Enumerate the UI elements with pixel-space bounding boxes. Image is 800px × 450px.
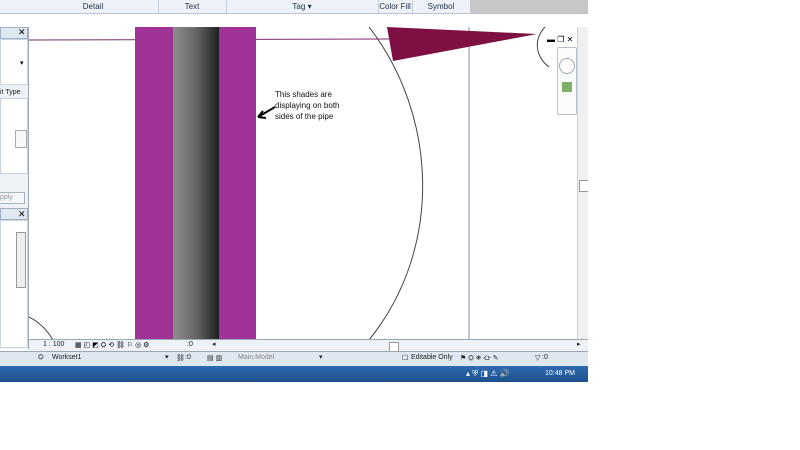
clock[interactable]: 10:48 PM <box>545 370 575 377</box>
room-arc-left <box>29 316 54 340</box>
editable-only-label: Editable Only <box>411 354 453 361</box>
apply-button[interactable]: pply <box>0 192 25 204</box>
properties-panel: ✕ ▾ it Type pply ✕ <box>0 27 29 349</box>
model-selector[interactable]: Main Model <box>238 354 274 361</box>
room-arc <box>368 27 424 340</box>
scroll-left-icon[interactable]: ◂ <box>212 340 216 348</box>
view-control-icons[interactable]: ▦ ◰ ◩ ⛭ ⟲ ⛓ ⚐ ◎ ⚙ <box>75 341 149 350</box>
ribbon-empty-area <box>470 0 588 13</box>
editable-only-checkbox[interactable]: ☐ <box>402 354 408 362</box>
corner-arc <box>536 27 550 68</box>
restore-icon[interactable]: ❐ <box>557 35 564 44</box>
minimize-icon[interactable]: ▬ <box>547 35 555 44</box>
ribbon-tab-symbol[interactable]: Symbol <box>412 0 471 13</box>
annotation-line-1: This shades are <box>275 90 332 99</box>
project-browser-scroll[interactable] <box>16 232 26 288</box>
windows-taskbar: ▴ ⛨ ◨ ⚠ 🔊 10:48 PM <box>0 366 588 382</box>
chevron-down-icon: ▾ <box>319 354 323 361</box>
ribbon-tab-text[interactable]: Text <box>158 0 227 13</box>
pipe-shade-right <box>219 27 256 340</box>
close-icon[interactable]: ✕ <box>567 35 574 44</box>
type-selector[interactable]: ▾ <box>0 39 28 85</box>
project-browser-title-bar: ✕ <box>0 208 28 220</box>
selection-icons[interactable]: ⚑ ⛭ ⛯ ⛮ ✎ <box>460 354 498 363</box>
chevron-down-icon: ▾ <box>165 354 169 361</box>
edit-type-label[interactable]: it Type <box>0 89 28 96</box>
view-count: :0 <box>187 341 193 348</box>
filter-count: :0 <box>542 354 548 361</box>
drawing-viewport[interactable]: This shades are displaying on both sides… <box>29 27 588 340</box>
close-icon[interactable]: ✕ <box>18 209 26 220</box>
scroll-right-icon[interactable]: ▸ <box>577 340 581 348</box>
app-status-bar: ⛭ Workset1 ▾ ⛓ :0 ▤ ▥ Main Model ▾ ☐ Edi… <box>0 351 588 367</box>
wedge-shape <box>387 27 537 61</box>
design-options-count: :0 <box>185 354 191 361</box>
annotation-line-2: displaying on both <box>275 101 340 110</box>
design-options-icon[interactable]: ⛓ <box>176 354 185 362</box>
vertical-scroll-thumb[interactable] <box>579 180 588 192</box>
filter-icon[interactable]: ▽ <box>535 354 540 362</box>
ribbon-tab-tag[interactable]: Tag ▾ <box>226 0 379 13</box>
pipe-shade-left <box>135 27 173 340</box>
drawing-canvas <box>29 27 550 340</box>
zoom-icon[interactable] <box>562 82 572 92</box>
annotation-text: This shades are displaying on both sides… <box>275 89 365 122</box>
worksets-icon[interactable]: ⛭ <box>38 354 44 362</box>
tray-icons[interactable]: ▴ ⛨ ◨ ⚠ 🔊 <box>466 369 510 379</box>
properties-title-bar: ✕ <box>0 27 28 39</box>
ribbon-tab-detail[interactable]: Detail <box>28 0 159 13</box>
chevron-down-icon: ▾ <box>307 2 312 11</box>
vertical-scrollbar[interactable] <box>577 27 588 340</box>
model-icons[interactable]: ▤ ▥ <box>207 354 222 362</box>
workset-selector[interactable]: Workset1 <box>52 354 81 361</box>
ribbon-tab-tag-label: Tag <box>292 2 306 11</box>
pipe <box>173 27 219 340</box>
properties-scroll[interactable] <box>15 130 27 148</box>
close-icon[interactable]: ✕ <box>18 27 26 38</box>
steering-wheel-icon[interactable] <box>559 58 575 74</box>
scale-label[interactable]: 1 : 100 <box>43 341 64 348</box>
ribbon-tab-color-fill[interactable]: Color Fill <box>378 0 413 13</box>
annotation-line-3: sides of the pipe <box>275 112 334 121</box>
chevron-down-icon: ▾ <box>20 60 24 67</box>
navigation-bar[interactable] <box>557 47 577 115</box>
